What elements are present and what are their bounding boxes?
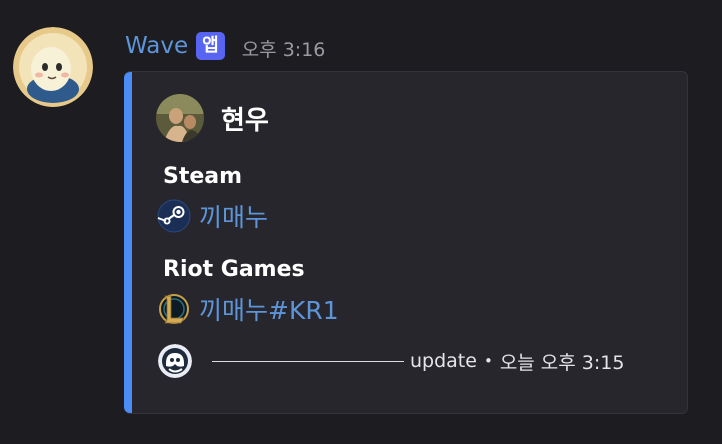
message-timestamp[interactable]: 오후 3:16 <box>242 35 326 62</box>
username[interactable]: Wave <box>125 33 188 59</box>
message-embed: 현우 Steam 끼매누 Riot Games 끼매누#KR1 update •… <box>124 71 688 414</box>
profile-art-icon <box>156 94 204 142</box>
footer-text: update <box>410 350 477 372</box>
chick-bot-avatar-icon <box>13 27 93 107</box>
footer-divider <box>212 360 404 362</box>
embed-footer: update • 오늘 오후 3:15 <box>158 344 624 378</box>
bot-avatar[interactable] <box>13 27 93 107</box>
field-value: 끼매누#KR1 <box>157 291 339 327</box>
embed-author-name: 현우 <box>221 105 269 136</box>
app-badge: 앱 <box>196 32 225 60</box>
riot-id-link[interactable]: 끼매누#KR1 <box>199 291 339 327</box>
embed-field-riot-games: Riot Games 끼매누#KR1 <box>159 255 339 327</box>
steam-icon <box>157 199 191 233</box>
field-name: Steam <box>163 164 243 189</box>
footer-timestamp: 오늘 오후 3:15 <box>499 351 625 374</box>
embed-author: 현우 <box>156 94 269 142</box>
embed-field-steam: Steam 끼매누 <box>157 162 268 234</box>
steam-username-link[interactable]: 끼매누 <box>199 198 268 234</box>
message-header: Wave 앱 오후 3:16 <box>125 28 325 64</box>
field-name: Riot Games <box>163 257 305 282</box>
footer-separator: • <box>483 352 493 370</box>
chat-view: Wave 앱 오후 3:16 현우 Steam 끼매누 Riot Games 끼… <box>0 0 722 444</box>
league-of-legends-icon <box>157 292 191 326</box>
field-value: 끼매누 <box>157 198 268 234</box>
wave-bot-icon <box>158 344 192 378</box>
embed-accent-stripe <box>124 72 132 413</box>
